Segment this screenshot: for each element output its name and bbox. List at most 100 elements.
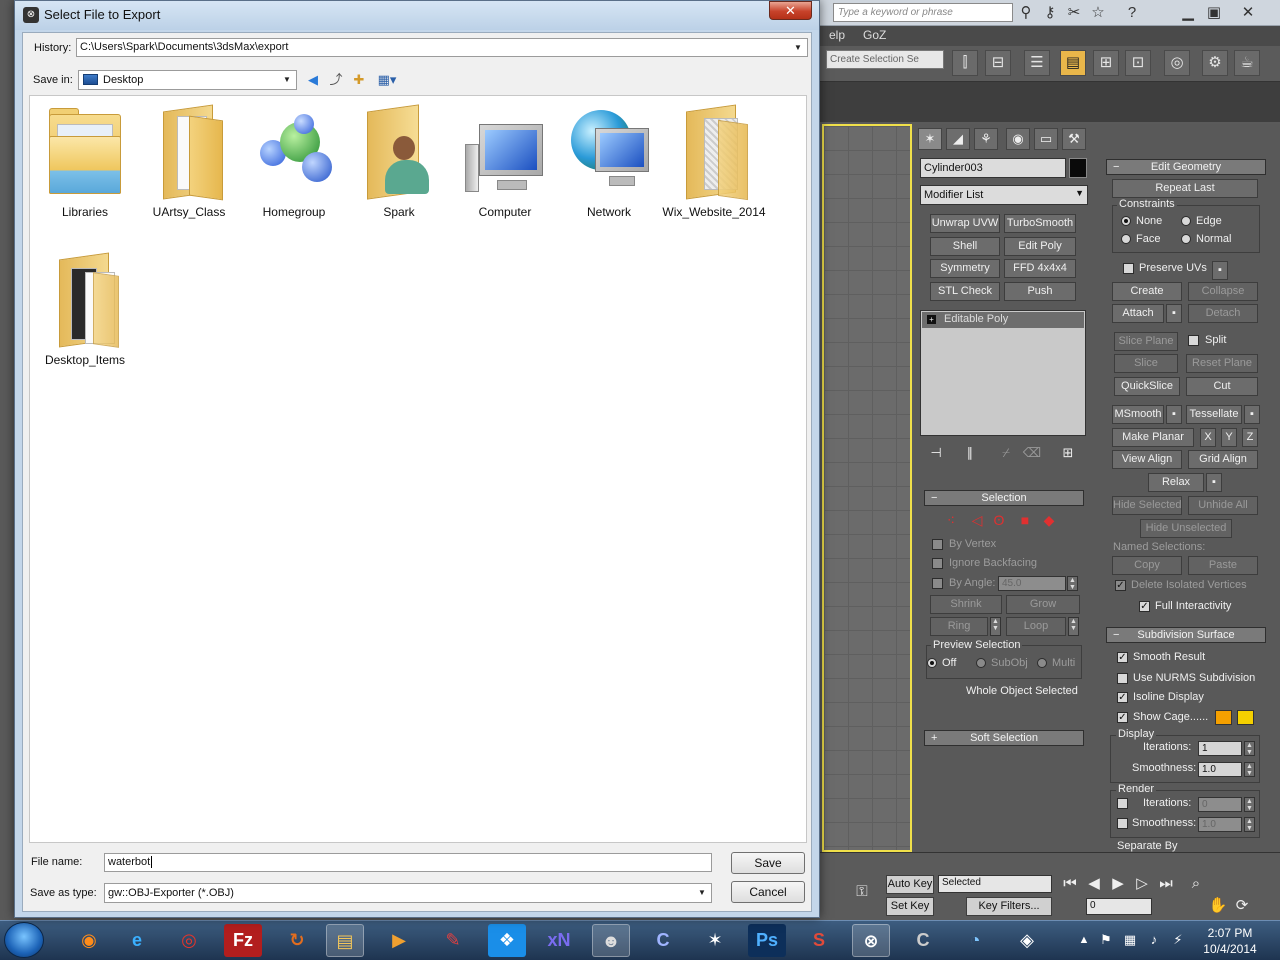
by-angle-checkbox[interactable] (932, 578, 943, 589)
loop-spinner-icon[interactable]: ▲ ▼ (1068, 617, 1079, 636)
filezilla-icon[interactable]: Fz (224, 924, 262, 957)
reset-plane-button[interactable]: Reset Plane (1186, 354, 1258, 373)
max-close-icon[interactable]: ✕ (1238, 3, 1258, 23)
pan-hand-icon[interactable]: ✋ (1208, 896, 1228, 916)
set-key-button[interactable]: Set Key (886, 897, 934, 916)
new-folder-icon[interactable]: ✚ (350, 71, 368, 89)
collapse-button[interactable]: Collapse (1188, 282, 1258, 301)
mirror-icon[interactable]: ⫿ (952, 50, 978, 76)
minimize-icon[interactable]: ▁ (1178, 3, 1198, 23)
cancel-button[interactable]: Cancel (731, 881, 805, 903)
display-iterations-spinner[interactable]: 1 (1198, 741, 1242, 756)
zbrush-icon[interactable]: ✶ (696, 924, 734, 957)
file-item-spark[interactable]: Spark (347, 98, 451, 228)
align-icon[interactable]: ⊟ (985, 50, 1011, 76)
by-angle-spinner[interactable]: 45.0 (998, 576, 1066, 591)
key-filters-button[interactable]: Key Filters... (966, 897, 1052, 916)
pin-stack-icon[interactable]: ⊣ (926, 443, 946, 463)
next-frame-icon[interactable]: ▷ (1132, 874, 1152, 894)
slice-plane-button[interactable]: Slice Plane (1114, 332, 1178, 351)
hierarchy-tab-icon[interactable]: ⚘ (974, 128, 998, 150)
layer-manager-icon[interactable]: ☰ (1024, 50, 1050, 76)
view-align-button[interactable]: View Align (1112, 450, 1182, 469)
help-search-input[interactable]: Type a keyword or phrase (833, 3, 1013, 22)
preview-off-radio[interactable] (927, 658, 937, 668)
file-item-wix-website-2014[interactable]: Wix_Website_2014 (662, 98, 766, 228)
file-item-desktop-items[interactable]: Desktop_Items (33, 246, 137, 376)
binoculars-icon[interactable]: ⚲ (1016, 3, 1036, 23)
render-smoothness-checkbox[interactable] (1117, 818, 1128, 829)
cage-selection-color-swatch[interactable] (1237, 710, 1254, 725)
tray-arrow-icon[interactable]: ▲ (1074, 930, 1094, 950)
named-copy-button[interactable]: Copy (1112, 556, 1182, 575)
start-button[interactable] (4, 922, 44, 958)
modifier-button[interactable]: Edit Poly (1004, 237, 1076, 256)
selection-set-combo[interactable]: Create Selection Se (826, 50, 944, 69)
file-item-computer[interactable]: Computer (453, 98, 557, 228)
modifier-button[interactable]: Unwrap UVW (930, 214, 1000, 233)
object-color-swatch[interactable] (1069, 158, 1087, 178)
split-checkbox[interactable] (1188, 335, 1199, 346)
cage-color-swatch[interactable] (1215, 710, 1232, 725)
delete-isolated-checkbox[interactable]: ✓ (1115, 580, 1126, 591)
file-item-uartsy-class[interactable]: UArtsy_Class (137, 98, 241, 228)
grow-button[interactable]: Grow (1006, 595, 1080, 614)
clipstudio-icon[interactable]: C (644, 924, 682, 957)
auto-key-button[interactable]: Auto Key (886, 875, 934, 894)
save-button[interactable]: Save (731, 852, 805, 874)
help-icon[interactable]: ? (1122, 3, 1142, 23)
show-end-result-icon[interactable]: ∥ (960, 443, 980, 463)
internet-explorer-icon[interactable]: e (118, 924, 156, 957)
configure-sets-icon[interactable]: ⊞ (1058, 443, 1078, 463)
relax-button[interactable]: Relax (1148, 473, 1204, 492)
app-c-icon[interactable]: C (904, 924, 942, 957)
display-tab-icon[interactable]: ▭ (1034, 128, 1058, 150)
menu-help[interactable]: elp (829, 28, 845, 42)
ring-spinner-icon[interactable]: ▲ ▼ (990, 617, 1001, 636)
object-name-field[interactable]: Cylinder003 (920, 158, 1066, 178)
smooth-result-checkbox[interactable]: ✓ (1117, 652, 1128, 663)
preserve-uvs-checkbox[interactable] (1123, 263, 1134, 274)
quickslice-button[interactable]: QuickSlice (1114, 377, 1180, 396)
isoline-display-checkbox[interactable]: ✓ (1117, 692, 1128, 703)
unhide-all-button[interactable]: Unhide All (1188, 496, 1258, 515)
render-icon[interactable]: ☕ (1234, 50, 1260, 76)
attach-settings-icon[interactable]: ▪ (1166, 304, 1182, 323)
stack-item-editable-poly[interactable]: + Editable Poly (922, 312, 1084, 328)
repeat-last-button[interactable]: Repeat Last (1112, 179, 1258, 198)
file-item-libraries[interactable]: Libraries (33, 98, 137, 228)
modifier-button[interactable]: Push (1004, 282, 1076, 301)
play-icon[interactable]: ▶ (1108, 874, 1128, 894)
restore-icon[interactable]: ▣ (1204, 3, 1224, 23)
spinner-arrows-icon[interactable]: ▲ ▼ (1244, 762, 1255, 777)
detach-button[interactable]: Detach (1188, 304, 1258, 323)
media-player-icon[interactable]: ▶ (380, 924, 418, 957)
modifier-stack[interactable] (920, 310, 1086, 436)
render-smoothness-spinner[interactable]: 1.0 (1198, 817, 1242, 832)
render-iterations-checkbox[interactable] (1117, 798, 1128, 809)
spinner-arrows-icon[interactable]: ▲ ▼ (1244, 741, 1255, 756)
game-app-icon[interactable]: ☻ (592, 924, 630, 957)
set-key-icon[interactable]: ⚿ (848, 882, 876, 902)
sketchup-icon[interactable]: S (800, 924, 838, 957)
constraint-none-radio[interactable] (1121, 216, 1131, 226)
utilities-tab-icon[interactable]: ⚒ (1062, 128, 1086, 150)
make-unique-icon[interactable]: ⌿ (996, 443, 1016, 463)
cut-button[interactable]: Cut (1186, 377, 1258, 396)
soft-selection-rollout-header[interactable]: + Soft Selection (924, 730, 1084, 746)
material-editor-icon[interactable]: ◎ (1164, 50, 1190, 76)
key-mode-combo[interactable]: Selected (938, 875, 1052, 893)
spinner-arrows-icon[interactable]: ▲ ▼ (1067, 576, 1078, 591)
modifier-button[interactable]: STL Check (930, 282, 1000, 301)
relax-settings-icon[interactable]: ▪ (1206, 473, 1222, 492)
back-icon[interactable]: ◀ (304, 71, 322, 89)
app-icon[interactable]: xN (540, 924, 578, 957)
preview-subobj-radio[interactable] (976, 658, 986, 668)
make-planar-y-button[interactable]: Y (1221, 428, 1237, 447)
loop-button[interactable]: Loop (1006, 617, 1066, 636)
modifier-list-combo[interactable]: Modifier List ▼ (920, 185, 1088, 205)
volume-icon[interactable]: ♪ (1144, 930, 1164, 950)
favorite-icon[interactable]: ☆ (1088, 3, 1108, 23)
make-planar-z-button[interactable]: Z (1242, 428, 1258, 447)
shrink-button[interactable]: Shrink (930, 595, 1002, 614)
